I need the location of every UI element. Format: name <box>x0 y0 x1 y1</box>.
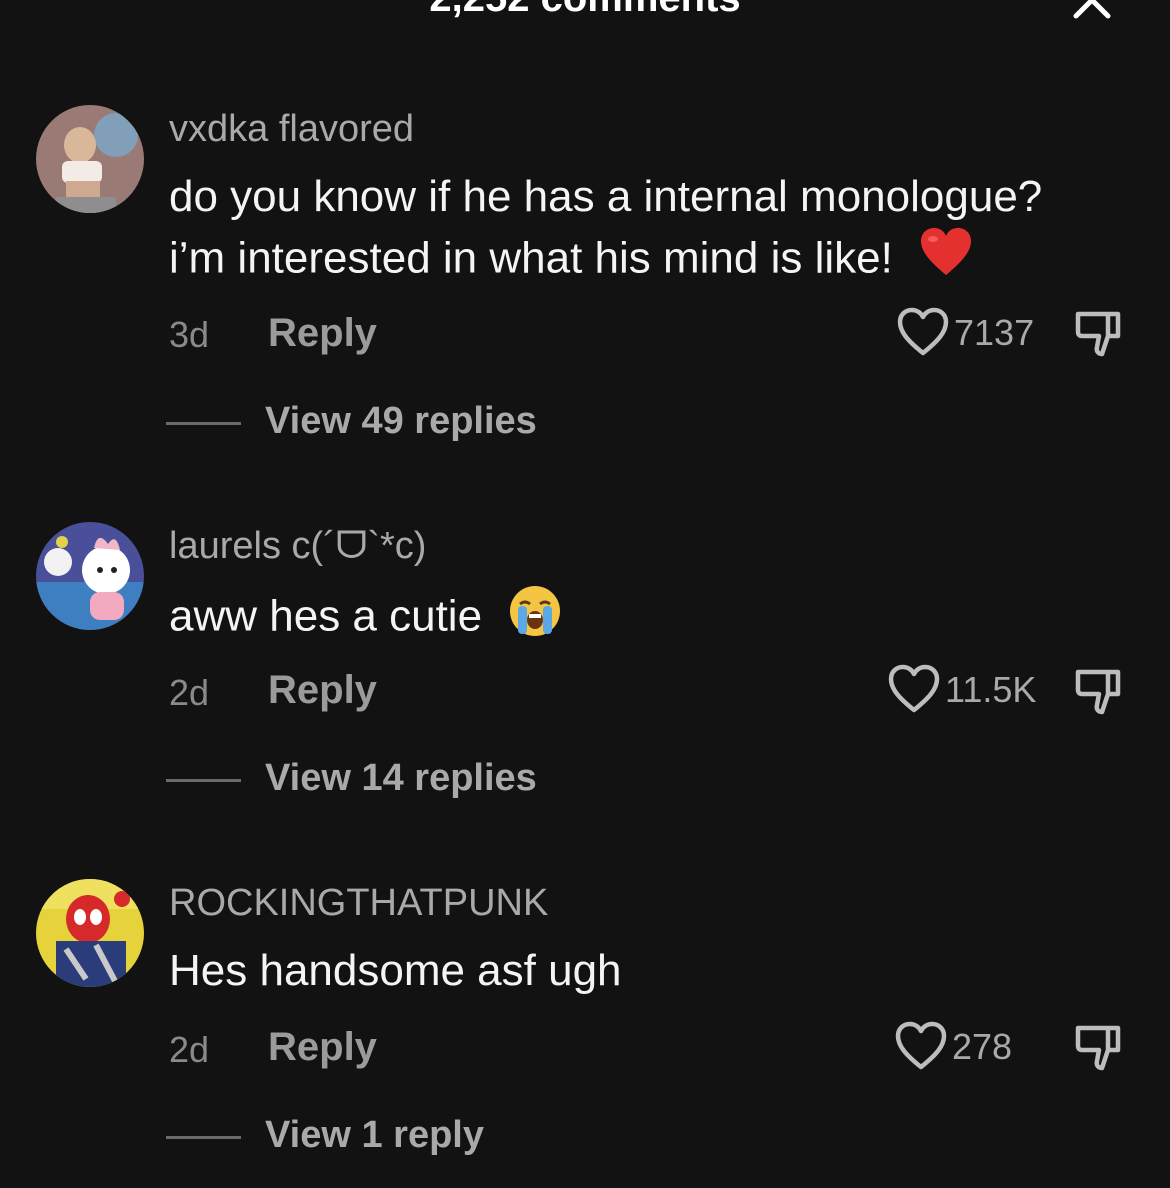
like-button[interactable]: 278 <box>894 1021 1012 1073</box>
comment-text-line: do you know if he has a internal monolog… <box>169 172 1043 221</box>
avatar[interactable] <box>36 522 144 630</box>
like-button[interactable]: 7137 <box>896 307 1034 359</box>
comment-username[interactable]: ROCKINGTHATPUNK <box>169 882 548 925</box>
close-button[interactable] <box>1070 0 1114 22</box>
thumbs-down-icon[interactable] <box>1072 1022 1124 1074</box>
comment-username[interactable]: vxdka flavored <box>169 108 414 151</box>
avatar[interactable] <box>36 879 144 987</box>
like-count: 7137 <box>954 312 1035 353</box>
like-button[interactable]: 11.5K <box>887 664 1036 716</box>
comment-text: aww hes a cutie <box>169 584 562 654</box>
replies-divider <box>166 779 241 782</box>
like-count: 278 <box>952 1026 1013 1067</box>
avatar[interactable] <box>36 105 144 213</box>
comment-time: 2d <box>169 1029 210 1070</box>
view-replies-button[interactable]: View 14 replies <box>265 757 537 800</box>
comments-count-title: 2,252 comments <box>0 0 1170 18</box>
comment-text: Hes handsome asf ugh <box>169 946 622 995</box>
reply-button[interactable]: Reply <box>268 668 377 713</box>
comment-time: 3d <box>169 314 210 355</box>
red-heart-emoji <box>919 227 973 295</box>
replies-divider <box>166 1136 241 1139</box>
comment-username[interactable]: laurels c(´ᗜ`*c) <box>169 525 426 568</box>
thumbs-down-icon[interactable] <box>1072 308 1124 360</box>
heart-outline-icon <box>897 307 949 356</box>
replies-divider <box>166 422 241 425</box>
comment-text-line: i’m interested in what his mind is like! <box>169 227 1042 295</box>
loudly-crying-face-emoji <box>508 584 562 654</box>
heart-outline-icon <box>895 1021 947 1070</box>
reply-button[interactable]: Reply <box>268 311 377 356</box>
comment-time: 2d <box>169 672 210 713</box>
view-replies-button[interactable]: View 1 reply <box>265 1114 484 1157</box>
heart-outline-icon <box>888 664 940 713</box>
view-replies-button[interactable]: View 49 replies <box>265 400 537 443</box>
close-icon <box>1073 0 1111 19</box>
thumbs-down-icon[interactable] <box>1072 666 1124 718</box>
reply-button[interactable]: Reply <box>268 1025 377 1070</box>
like-count: 11.5K <box>945 669 1037 710</box>
comment-text: do you know if he has a internal monolog… <box>169 167 1042 295</box>
